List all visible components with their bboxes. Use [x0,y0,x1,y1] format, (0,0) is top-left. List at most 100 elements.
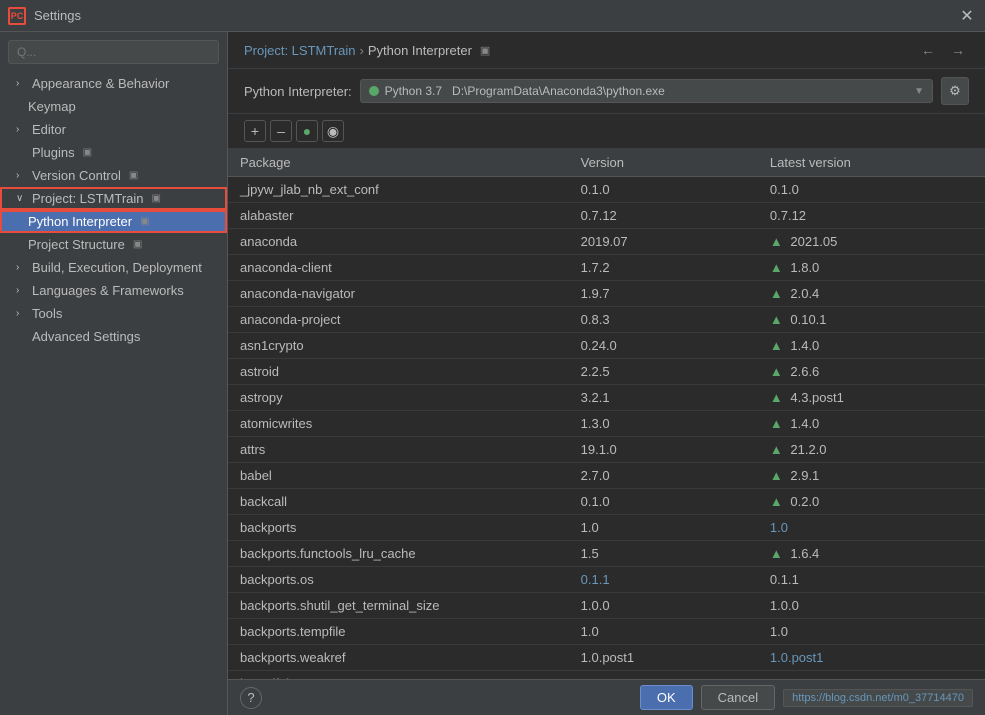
cell-latest: 1.0.post1 [758,645,985,671]
cell-version: 19.1.0 [569,437,758,463]
bottom-right: OK Cancel https://blog.csdn.net/m0_37714… [640,685,973,710]
eye-button[interactable]: ◉ [322,120,344,142]
sidebar-item-tools[interactable]: › Tools [0,302,227,325]
cell-package: attrs [228,437,569,463]
cell-package: astropy [228,385,569,411]
cell-latest: ▲ 4.3.post1 [758,385,985,411]
cell-latest: ▲ 1.6.4 [758,541,985,567]
cell-version: 3.2.1 [569,385,758,411]
vcs-icon: ▣ [129,170,138,181]
breadcrumb-nav: ← → [917,40,969,60]
cell-latest: 0.1.0 [758,177,985,203]
help-button[interactable]: ? [240,687,262,709]
ok-button[interactable]: OK [640,685,693,710]
cell-version: 0.1.0 [569,489,758,515]
cell-latest: ▲ 0.10.1 [758,307,985,333]
plugin-icon: ▣ [83,147,92,158]
arrow-icon: › [16,78,28,89]
sidebar-item-keymap[interactable]: Keymap [0,95,227,118]
breadcrumb-icon: ▣ [480,44,490,57]
interpreter-select[interactable]: Python 3.7 D:\ProgramData\Anaconda3\pyth… [360,79,933,103]
content-area: Project: LSTMTrain › Python Interpreter … [228,32,985,715]
cell-version: 0.7.12 [569,203,758,229]
packages-table-container: Package Version Latest version _jpyw_jla… [228,149,985,679]
breadcrumb-project[interactable]: Project: LSTMTrain [244,43,356,58]
sidebar: › Appearance & Behavior Keymap › Editor … [0,32,228,715]
sidebar-item-advanced[interactable]: › Advanced Settings [0,325,227,348]
cell-version: 0.8.3 [569,307,758,333]
sidebar-item-project[interactable]: ∨ Project: LSTMTrain ▣ [0,187,227,210]
cell-latest: ▲ 1.8.0 [758,255,985,281]
remove-package-button[interactable]: – [270,120,292,142]
toolbar: + – ● ◉ [228,114,985,149]
main-layout: › Appearance & Behavior Keymap › Editor … [0,32,985,715]
nav-back-button[interactable]: ← [917,40,939,60]
breadcrumb-current: Python Interpreter [368,43,472,58]
interpreter-label: Python Interpreter: [244,84,352,99]
arrow-icon: › [16,308,28,319]
cell-package: backports [228,515,569,541]
sidebar-item-appearance[interactable]: › Appearance & Behavior [0,72,227,95]
breadcrumb-separator: › [360,43,364,58]
cell-latest: ▲ 2.0.4 [758,281,985,307]
breadcrumb-path: Project: LSTMTrain › Python Interpreter … [244,43,490,58]
table-row: asn1crypto0.24.0▲ 1.4.0 [228,333,985,359]
cell-version: 2019.07 [569,229,758,255]
structure-icon: ▣ [133,239,142,250]
arrow-icon: › [16,170,28,181]
table-row: beautifulsoup44.7.1▲ 4.9.3 [228,671,985,680]
table-row: backports.functools_lru_cache1.5▲ 1.6.4 [228,541,985,567]
close-button[interactable]: ✕ [957,6,977,26]
cell-latest: 0.1.1 [758,567,985,593]
cell-package: backports.functools_lru_cache [228,541,569,567]
app-icon: PC [8,7,26,25]
cell-version: 4.7.1 [569,671,758,680]
project-icon: ▣ [152,193,161,204]
table-row: backports.os0.1.10.1.1 [228,567,985,593]
col-header-package: Package [228,149,569,177]
table-row: astropy3.2.1▲ 4.3.post1 [228,385,985,411]
table-row: anaconda-project0.8.3▲ 0.10.1 [228,307,985,333]
cell-package: backports.weakref [228,645,569,671]
cell-version: 1.0.0 [569,593,758,619]
table-row: atomicwrites1.3.0▲ 1.4.0 [228,411,985,437]
cell-package: asn1crypto [228,333,569,359]
sidebar-item-plugins[interactable]: › Plugins ▣ [0,141,227,164]
col-header-latest: Latest version [758,149,985,177]
table-row: anaconda-navigator1.9.7▲ 2.0.4 [228,281,985,307]
title-bar: PC Settings ✕ [0,0,985,32]
interpreter-row: Python Interpreter: Python 3.7 D:\Progra… [228,69,985,114]
packages-table: Package Version Latest version _jpyw_jla… [228,149,985,679]
apply-button[interactable]: ● [296,120,318,142]
cell-package: atomicwrites [228,411,569,437]
table-row: anaconda2019.07▲ 2021.05 [228,229,985,255]
gear-button[interactable]: ⚙ [941,77,969,105]
cell-package: backports.os [228,567,569,593]
sidebar-item-languages[interactable]: › Languages & Frameworks [0,279,227,302]
cell-package: backports.tempfile [228,619,569,645]
cell-version: 1.0.post1 [569,645,758,671]
table-row: babel2.7.0▲ 2.9.1 [228,463,985,489]
sidebar-item-project-structure[interactable]: Project Structure ▣ [0,233,227,256]
cell-latest: ▲ 4.9.3 [758,671,985,680]
cell-latest: ▲ 1.4.0 [758,411,985,437]
cancel-button[interactable]: Cancel [701,685,775,710]
cell-latest: 1.0 [758,619,985,645]
title-bar-left: PC Settings [8,7,81,25]
gear-icon: ⚙ [949,83,961,99]
status-dot [369,86,379,96]
cell-latest: ▲ 1.4.0 [758,333,985,359]
interpreter-version: Python 3.7 [385,84,442,98]
sidebar-item-editor[interactable]: › Editor [0,118,227,141]
nav-forward-button[interactable]: → [947,40,969,60]
table-row: alabaster0.7.120.7.12 [228,203,985,229]
sidebar-item-python-interpreter[interactable]: Python Interpreter ▣ [0,210,227,233]
table-row: anaconda-client1.7.2▲ 1.8.0 [228,255,985,281]
cell-package: babel [228,463,569,489]
sidebar-item-vcs[interactable]: › Version Control ▣ [0,164,227,187]
cell-version: 2.7.0 [569,463,758,489]
search-input[interactable] [8,40,219,64]
add-package-button[interactable]: + [244,120,266,142]
sidebar-item-build[interactable]: › Build, Execution, Deployment [0,256,227,279]
cell-version: 0.1.0 [569,177,758,203]
